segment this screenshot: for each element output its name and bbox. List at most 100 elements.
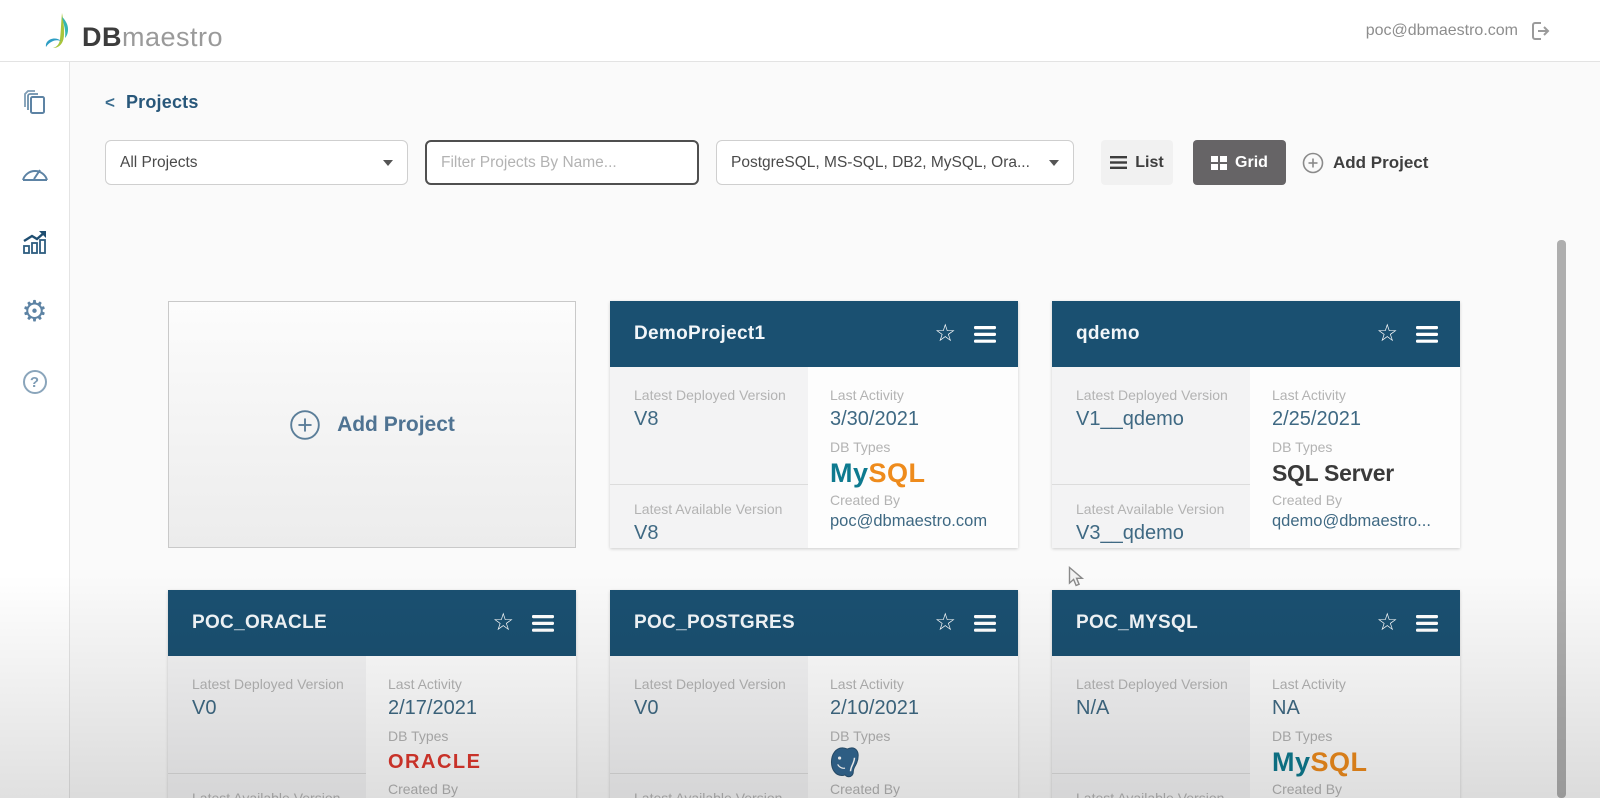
created-by-value: qdemo@dbmaestro... (1272, 512, 1431, 530)
sidebar: ⚙ ? (0, 62, 70, 798)
sidebar-item-analytics[interactable] (21, 228, 49, 256)
mysql-logo-sql: SQL (1310, 746, 1368, 777)
versions-column: Latest Deployed Version V0 Latest Availa… (610, 656, 808, 798)
available-version-cell: Latest Available Version V3__qdemo (1052, 485, 1250, 545)
filter-name-input[interactable] (425, 140, 699, 185)
page-title: Projects (125, 92, 199, 112)
list-label: List (1135, 153, 1164, 171)
versions-column: Latest Deployed Version V0 Latest Availa… (168, 656, 366, 798)
db-types-select[interactable]: PostgreSQL, MS-SQL, DB2, MySQL, Ora... (716, 140, 1074, 185)
sidebar-item-help[interactable]: ? (22, 368, 47, 396)
help-icon: ? (22, 370, 47, 394)
project-scope-value: All Projects (120, 153, 198, 171)
project-scope-select[interactable]: All Projects (105, 140, 408, 185)
details-column: Last Activity NA DB Types MySQL Created … (1250, 656, 1460, 798)
main-content: < Projects All Projects PostgreSQL, MS-S… (70, 62, 1600, 798)
app-window: DBmaestro poc@dbmaestro.com ⚙ ? < Projec… (0, 0, 1600, 798)
available-version-label: Latest Available Version (634, 501, 783, 517)
user-account: poc@dbmaestro.com (1366, 19, 1552, 43)
created-by-label: Created By (830, 492, 901, 508)
last-activity-value: NA (1272, 697, 1300, 719)
sidebar-item-projects[interactable] (21, 88, 48, 116)
deployed-version-label: Latest Deployed Version (1076, 387, 1228, 403)
back-chevron-icon[interactable]: < (105, 93, 115, 113)
grid-label: Grid (1235, 153, 1268, 171)
created-by-label: Created By (388, 781, 459, 797)
user-email: poc@dbmaestro.com (1365, 21, 1518, 39)
project-card-header: POC_ORACLE ☆ (168, 590, 576, 656)
db-types-label: DB Types (830, 439, 891, 455)
project-card-body: Latest Deployed Version V1__qdemo Latest… (1052, 367, 1460, 548)
gear-icon: ⚙ (21, 295, 48, 328)
breadcrumb[interactable]: < Projects (105, 92, 1600, 113)
logo-maestro: maestro (122, 21, 224, 52)
mysql-logo-my: My (1272, 746, 1311, 777)
deployed-version-label: Latest Deployed Version (1076, 676, 1228, 692)
last-activity-label: Last Activity (830, 676, 904, 692)
last-activity-value: 3/30/2021 (830, 408, 919, 430)
sidebar-item-settings[interactable]: ⚙ (21, 295, 48, 328)
card-menu-icon[interactable] (974, 614, 996, 632)
card-menu-icon[interactable] (974, 325, 996, 343)
versions-column: Latest Deployed Version N/A Latest Avail… (1052, 656, 1250, 798)
postgresql-logo (830, 746, 860, 778)
deployed-version-value: N/A (1076, 697, 1110, 719)
project-title: POC_ORACLE (192, 612, 327, 633)
deployed-version-label: Latest Deployed Version (634, 676, 786, 692)
deployed-version-cell: Latest Deployed Version N/A (1052, 656, 1250, 774)
db-type-logo: SQL Server (1272, 456, 1450, 490)
available-version-value: V8 (634, 522, 659, 544)
logo-db: DB (82, 21, 122, 52)
project-card[interactable]: POC_MYSQL ☆ Latest Deployed Version N/A … (1052, 590, 1460, 798)
card-menu-icon[interactable] (1416, 614, 1438, 632)
add-project-button[interactable]: Add Project (1302, 152, 1428, 174)
created-by-value: poc@dbmaestro.com (830, 512, 988, 530)
project-card[interactable]: POC_ORACLE ☆ Latest Deployed Version V0 … (168, 590, 576, 798)
add-project-card[interactable]: Add Project (168, 301, 576, 548)
favorite-star-icon[interactable]: ☆ (1376, 611, 1398, 635)
logo-text: DBmaestro (82, 21, 224, 52)
deployed-version-cell: Latest Deployed Version V0 (168, 656, 366, 774)
project-card-body: Latest Deployed Version V0 Latest Availa… (168, 656, 576, 798)
project-card[interactable]: qdemo ☆ Latest Deployed Version V1__qdem… (1052, 301, 1460, 548)
card-menu-icon[interactable] (532, 614, 554, 632)
available-version-cell: Latest Available Version (610, 774, 808, 798)
card-header-actions: ☆ (1376, 322, 1438, 346)
toolbar: All Projects PostgreSQL, MS-SQL, DB2, My… (105, 140, 1600, 185)
sidebar-item-dashboard[interactable] (20, 158, 50, 186)
details-column: Last Activity 3/30/2021 DB Types MySQL C… (808, 367, 1018, 548)
grid-view-button[interactable]: Grid (1193, 140, 1286, 185)
db-types-value: PostgreSQL, MS-SQL, DB2, MySQL, Ora... (731, 153, 1030, 171)
card-header-actions: ☆ (1376, 611, 1438, 635)
favorite-star-icon[interactable]: ☆ (1376, 322, 1398, 346)
available-version-label: Latest Available Version (1076, 790, 1225, 798)
chevron-down-icon (383, 159, 393, 166)
project-title: POC_POSTGRES (634, 612, 795, 633)
chevron-down-icon (1049, 159, 1059, 166)
versions-column: Latest Deployed Version V8 Latest Availa… (610, 367, 808, 548)
last-activity-label: Last Activity (830, 387, 904, 403)
card-header-actions: ☆ (492, 611, 554, 635)
project-card[interactable]: POC_POSTGRES ☆ Latest Deployed Version V… (610, 590, 1018, 798)
details-column: Last Activity 2/17/2021 DB Types ORACLE … (366, 656, 576, 798)
deployed-version-label: Latest Deployed Version (634, 387, 786, 403)
favorite-star-icon[interactable]: ☆ (934, 322, 956, 346)
mysql-logo-my: My (830, 457, 869, 488)
pages-icon (24, 89, 45, 114)
last-activity-label: Last Activity (1272, 387, 1346, 403)
chart-icon (22, 231, 46, 254)
db-types-label: DB Types (388, 728, 449, 744)
plus-circle-icon (1302, 152, 1324, 173)
project-card-header: POC_MYSQL ☆ (1052, 590, 1460, 656)
favorite-star-icon[interactable]: ☆ (934, 611, 956, 635)
db-type-logo (830, 745, 1008, 779)
created-by-label: Created By (1272, 781, 1343, 797)
project-card[interactable]: DemoProject1 ☆ Latest Deployed Version V… (610, 301, 1018, 548)
dbmaestro-logo-mark (45, 12, 69, 48)
vertical-scrollbar[interactable] (1557, 240, 1566, 798)
projects-grid: Add Project DemoProject1 ☆ Latest Deploy… (168, 301, 1600, 798)
logout-icon[interactable] (1528, 19, 1552, 43)
card-menu-icon[interactable] (1416, 325, 1438, 343)
list-view-button[interactable]: List (1101, 140, 1173, 185)
favorite-star-icon[interactable]: ☆ (492, 611, 514, 635)
